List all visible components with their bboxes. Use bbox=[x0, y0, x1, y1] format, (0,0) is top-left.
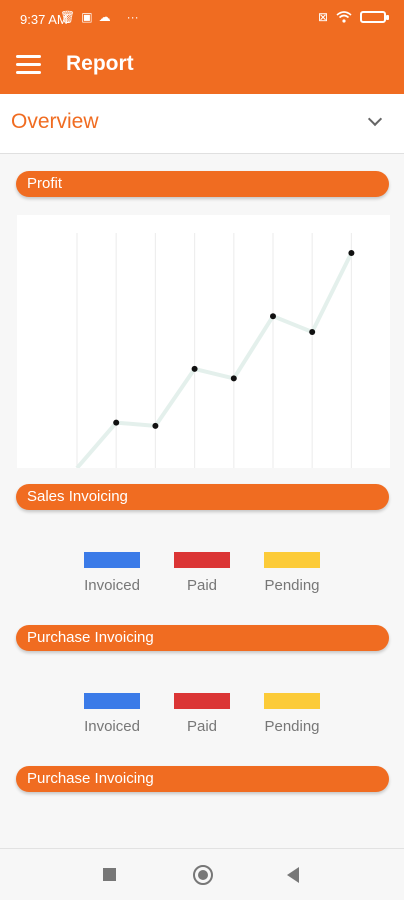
profit-chart bbox=[17, 215, 390, 468]
legend-label-paid: Paid bbox=[186, 718, 218, 735]
status-bar: 9:37 AM 🗑 ▣ ☁ ··· ⊠ bbox=[0, 0, 404, 38]
legend-item-paid: Paid bbox=[157, 552, 247, 612]
legend-label-invoiced: Invoiced bbox=[84, 577, 140, 594]
recents-square-icon[interactable] bbox=[103, 868, 116, 881]
legend-item-paid: Paid bbox=[157, 693, 247, 753]
legend-label-paid: Paid bbox=[186, 577, 218, 594]
legend-swatch-invoiced bbox=[84, 552, 140, 568]
overview-dropdown[interactable]: Overview bbox=[0, 94, 404, 154]
legend-item-pending: Pending bbox=[247, 693, 337, 753]
legend-sales: Invoiced Paid Pending bbox=[0, 552, 404, 612]
battery-icon bbox=[360, 11, 389, 23]
trash-icon: 🗑 bbox=[60, 10, 76, 24]
profit-data-point bbox=[230, 375, 237, 382]
legend-swatch-invoiced bbox=[84, 693, 140, 709]
legend-item-invoiced: Invoiced bbox=[67, 552, 157, 612]
hamburger-icon[interactable] bbox=[16, 53, 42, 75]
profit-data-point bbox=[191, 365, 198, 372]
overview-label: Overview bbox=[11, 110, 99, 133]
chevron-down-icon[interactable] bbox=[367, 111, 383, 127]
gallery-icon: ▣ bbox=[81, 10, 93, 24]
profit-chart-svg bbox=[75, 233, 355, 468]
legend-label-invoiced: Invoiced bbox=[84, 718, 140, 735]
legend-item-invoiced: Invoiced bbox=[67, 693, 157, 753]
profit-data-point bbox=[270, 313, 276, 320]
profit-data-point bbox=[309, 329, 316, 336]
back-triangle-icon[interactable] bbox=[287, 867, 299, 883]
legend-purchase: Invoiced Paid Pending bbox=[0, 693, 404, 753]
profit-data-point bbox=[348, 249, 355, 256]
section-header-purchase-2: Purchase Invoicing bbox=[16, 766, 389, 792]
section-header-sales: Sales Invoicing bbox=[16, 484, 389, 510]
cloud-icon: ☁ bbox=[98, 10, 111, 24]
profit-data-point bbox=[152, 422, 159, 429]
wifi-icon bbox=[336, 11, 352, 23]
section-header-profit: Profit bbox=[16, 171, 389, 197]
legend-swatch-pending bbox=[264, 693, 320, 709]
legend-swatch-pending bbox=[264, 552, 320, 568]
more-dots-icon: ··· bbox=[126, 10, 139, 24]
legend-label-pending: Pending bbox=[264, 577, 320, 594]
section-header-purchase: Purchase Invoicing bbox=[16, 625, 389, 651]
page-title: Report bbox=[66, 52, 134, 75]
home-circle-icon[interactable] bbox=[193, 865, 213, 885]
app-bar: Report bbox=[0, 38, 404, 94]
legend-swatch-paid bbox=[174, 693, 230, 709]
legend-swatch-paid bbox=[174, 552, 230, 568]
profit-data-point bbox=[113, 419, 120, 426]
profit-series-line bbox=[75, 252, 354, 468]
system-nav-bar bbox=[0, 848, 404, 900]
legend-item-pending: Pending bbox=[247, 552, 337, 612]
sim-off-icon: ⊠ bbox=[317, 10, 328, 24]
legend-label-pending: Pending bbox=[264, 718, 320, 735]
